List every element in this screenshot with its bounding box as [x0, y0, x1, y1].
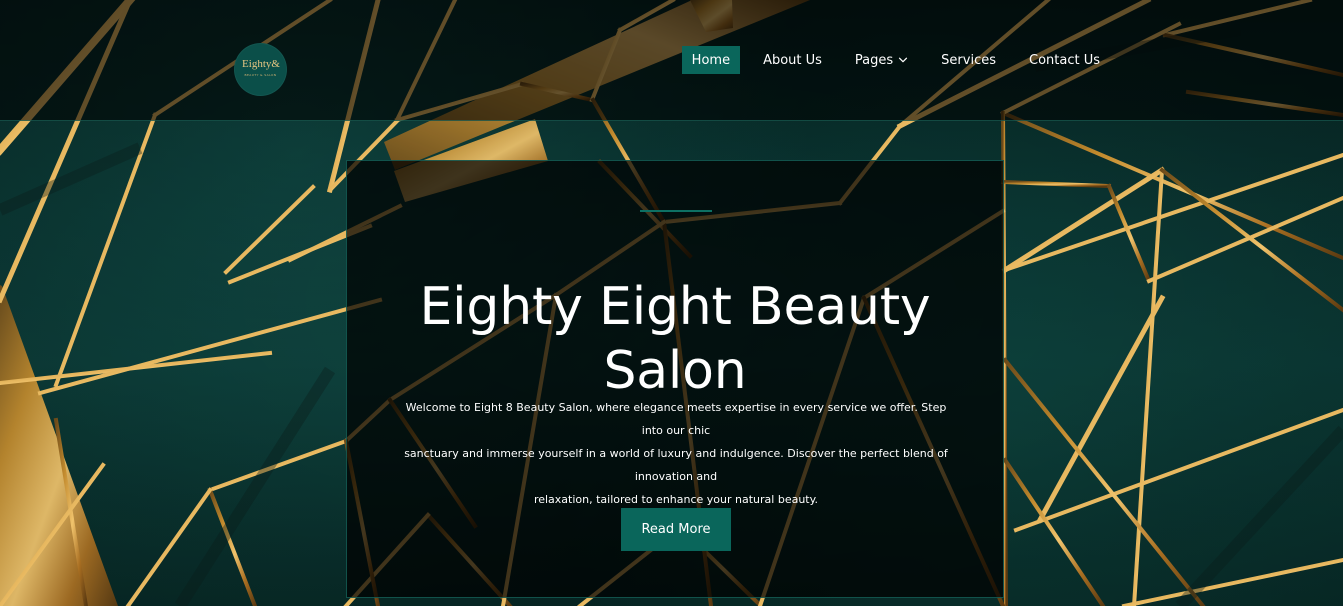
hero-accent-line	[640, 210, 712, 212]
read-more-button-label: Read More	[641, 522, 711, 537]
nav-services[interactable]: Services	[931, 46, 1006, 74]
nav-contact-us-label: Contact Us	[1029, 52, 1100, 68]
nav-about-us-label: About Us	[763, 52, 822, 68]
site-header: Eighty& beauty & salon Home About Us Pag…	[0, 0, 1343, 121]
nav-contact-us[interactable]: Contact Us	[1019, 46, 1110, 74]
hero-title: Eighty Eight Beauty Salon	[347, 276, 1003, 404]
hero-description-line-2: sanctuary and immerse yourself in a worl…	[404, 447, 948, 483]
main-nav: Home About Us Pages Services Contact Us	[681, 46, 1110, 74]
chevron-down-icon	[898, 55, 908, 65]
nav-about-us[interactable]: About Us	[753, 46, 832, 74]
nav-services-label: Services	[941, 52, 996, 68]
hero-card: Eighty Eight Beauty Salon Welcome to Eig…	[346, 160, 1004, 598]
logo-sub-text: beauty & salon	[244, 73, 277, 77]
nav-home[interactable]: Home	[681, 46, 741, 74]
nav-pages[interactable]: Pages	[845, 46, 918, 74]
nav-pages-label: Pages	[854, 52, 894, 68]
hero-description-line-3: relaxation, tailored to enhance your nat…	[533, 493, 819, 506]
hero-description: Welcome to Eight 8 Beauty Salon, where e…	[395, 396, 957, 511]
hero-title-line-2: Salon	[603, 340, 747, 401]
read-more-button[interactable]: Read More	[621, 508, 731, 551]
site-logo[interactable]: Eighty& beauty & salon	[234, 43, 287, 96]
logo-main-text: Eighty&	[242, 58, 280, 70]
nav-home-label: Home	[691, 52, 731, 68]
hero-title-line-1: Eighty Eight Beauty	[419, 276, 931, 337]
hero-description-line-1: Welcome to Eight 8 Beauty Salon, where e…	[405, 401, 947, 437]
